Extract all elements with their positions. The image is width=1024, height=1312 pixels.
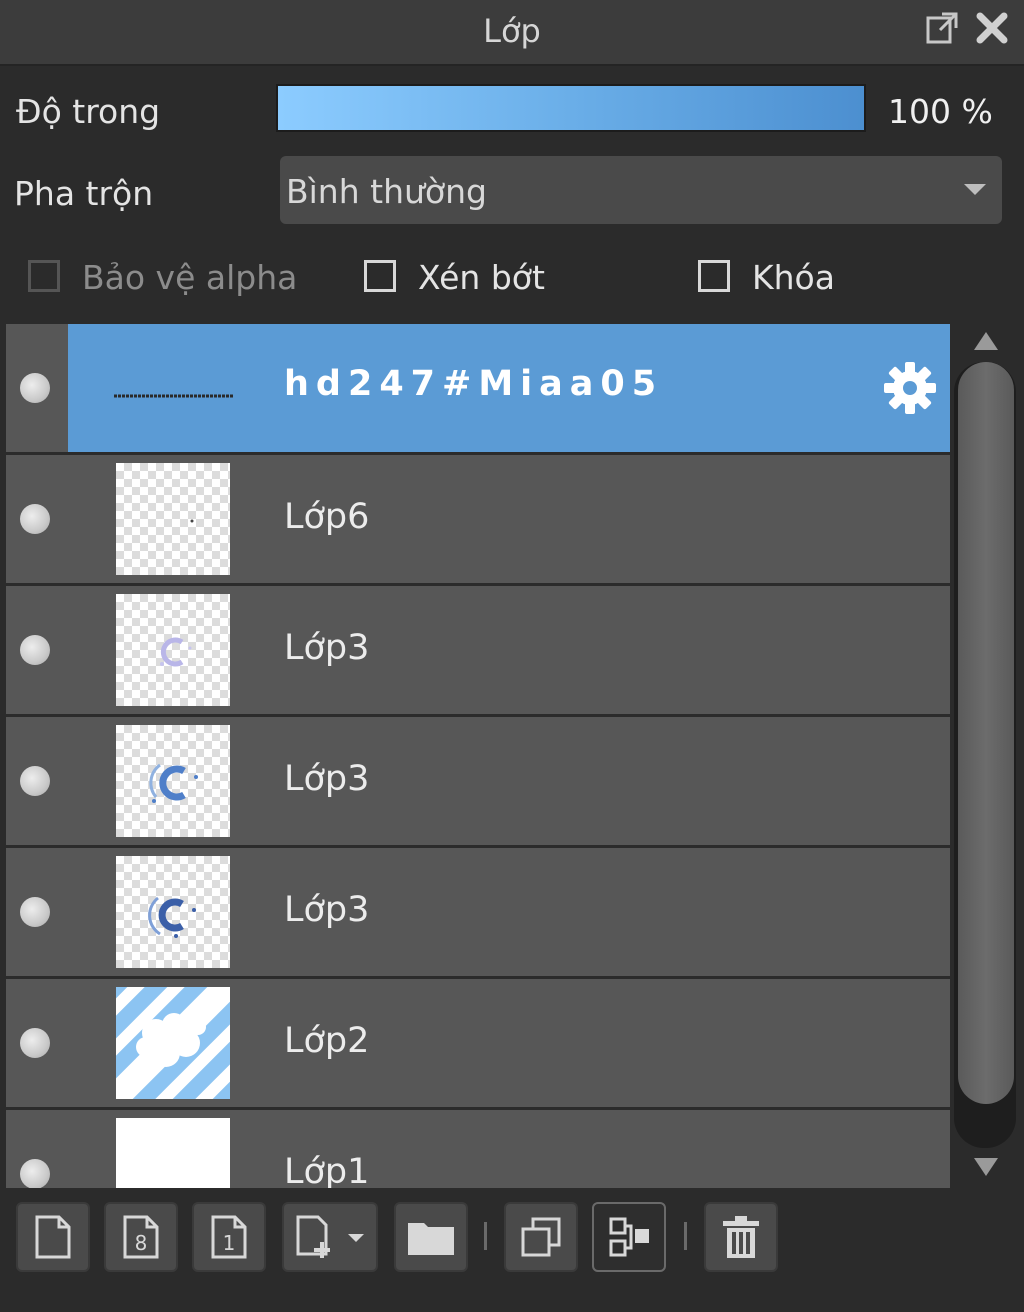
visibility-column[interactable] bbox=[6, 717, 68, 845]
layer-name: Lớp6 bbox=[284, 497, 370, 537]
close-icon[interactable] bbox=[972, 8, 1012, 48]
visibility-toggle[interactable] bbox=[20, 766, 50, 796]
visibility-toggle[interactable] bbox=[20, 504, 50, 534]
new-folder-button[interactable] bbox=[394, 1202, 468, 1272]
checkbox-box bbox=[364, 260, 396, 292]
visibility-column[interactable] bbox=[6, 455, 68, 583]
delete-layer-button[interactable] bbox=[704, 1202, 778, 1272]
layer-thumbnail bbox=[116, 463, 230, 575]
visibility-toggle[interactable] bbox=[20, 373, 50, 403]
layer-list-scrollbar[interactable] bbox=[952, 322, 1020, 1188]
checkbox-box bbox=[698, 260, 730, 292]
layer-list: hd247#Miaa05 Lớp6 Lớp3 Lớp3 Lớp3 Lớp2 Lớ… bbox=[6, 322, 950, 1188]
layer-row[interactable]: Lớp3 bbox=[6, 848, 950, 976]
blend-label: Pha trộn bbox=[14, 174, 154, 213]
layer-thumbnail bbox=[116, 725, 230, 837]
gear-icon[interactable] bbox=[880, 358, 940, 418]
blend-mode-value: Bình thường bbox=[286, 172, 487, 211]
layer-name: Lớp3 bbox=[284, 759, 370, 799]
layer-name: Lớp3 bbox=[284, 890, 370, 930]
toolbar-separator bbox=[684, 1222, 687, 1250]
new-1bit-layer-button[interactable]: 1 bbox=[192, 1202, 266, 1272]
chevron-down-icon bbox=[964, 184, 986, 195]
visibility-column[interactable] bbox=[6, 848, 68, 976]
checkbox-box bbox=[28, 260, 60, 292]
layer-row[interactable]: hd247#Miaa05 bbox=[6, 324, 950, 452]
protect-alpha-label: Bảo vệ alpha bbox=[82, 258, 298, 297]
visibility-column[interactable] bbox=[6, 586, 68, 714]
layer-thumbnail bbox=[116, 594, 230, 706]
clipping-checkbox[interactable]: Xén bớt bbox=[364, 258, 554, 300]
scroll-up-icon[interactable] bbox=[970, 326, 1002, 356]
lock-checkbox[interactable]: Khóa bbox=[698, 258, 838, 300]
panel-titlebar: Lớp bbox=[0, 0, 1024, 66]
opacity-label: Độ trong bbox=[16, 92, 161, 131]
external-window-icon[interactable] bbox=[922, 8, 962, 48]
toolbar-separator bbox=[484, 1222, 487, 1250]
layer-thumbnail bbox=[116, 856, 230, 968]
blend-mode-select[interactable]: Bình thường bbox=[280, 156, 1002, 224]
layer-row[interactable]: Lớp6 bbox=[6, 455, 950, 583]
layer-row[interactable]: Lớp1 bbox=[6, 1110, 950, 1188]
new-layer-button[interactable] bbox=[16, 1202, 90, 1272]
layer-row[interactable]: Lớp3 bbox=[6, 717, 950, 845]
visibility-column[interactable] bbox=[6, 324, 68, 452]
add-layer-menu-button[interactable] bbox=[282, 1202, 378, 1272]
visibility-column[interactable] bbox=[6, 1110, 68, 1188]
visibility-toggle[interactable] bbox=[20, 1028, 50, 1058]
visibility-toggle[interactable] bbox=[20, 897, 50, 927]
layer-name: Lớp3 bbox=[284, 628, 370, 668]
scroll-track[interactable] bbox=[954, 362, 1016, 1148]
layer-row[interactable]: Lớp2 bbox=[6, 979, 950, 1107]
layer-thumbnail bbox=[116, 1118, 230, 1188]
opacity-value: 100 % bbox=[888, 92, 993, 131]
layer-thumbnail bbox=[116, 987, 230, 1099]
layer-name: Lớp1 bbox=[284, 1152, 370, 1188]
scroll-down-icon[interactable] bbox=[970, 1152, 1002, 1182]
visibility-toggle[interactable] bbox=[20, 635, 50, 665]
visibility-toggle[interactable] bbox=[20, 1159, 50, 1188]
layer-toolbar: 8 1 bbox=[0, 1190, 1024, 1312]
lock-label: Khóa bbox=[752, 258, 835, 297]
clipping-label: Xén bớt bbox=[418, 258, 545, 297]
layer-thumbnail bbox=[114, 384, 234, 398]
svg-text:8: 8 bbox=[135, 1231, 148, 1255]
new-8bit-layer-button[interactable]: 8 bbox=[104, 1202, 178, 1272]
layer-row[interactable]: Lớp3 bbox=[6, 586, 950, 714]
layer-name: hd247#Miaa05 bbox=[284, 364, 664, 404]
scroll-thumb[interactable] bbox=[958, 362, 1014, 1104]
layer-name: Lớp2 bbox=[284, 1021, 370, 1061]
duplicate-layer-button[interactable] bbox=[504, 1202, 578, 1272]
visibility-column[interactable] bbox=[6, 979, 68, 1107]
opacity-slider[interactable] bbox=[276, 84, 866, 132]
panel-title: Lớp bbox=[483, 12, 541, 50]
svg-text:1: 1 bbox=[223, 1231, 236, 1255]
protect-alpha-checkbox[interactable]: Bảo vệ alpha bbox=[28, 258, 298, 300]
merge-down-button[interactable] bbox=[592, 1202, 666, 1272]
